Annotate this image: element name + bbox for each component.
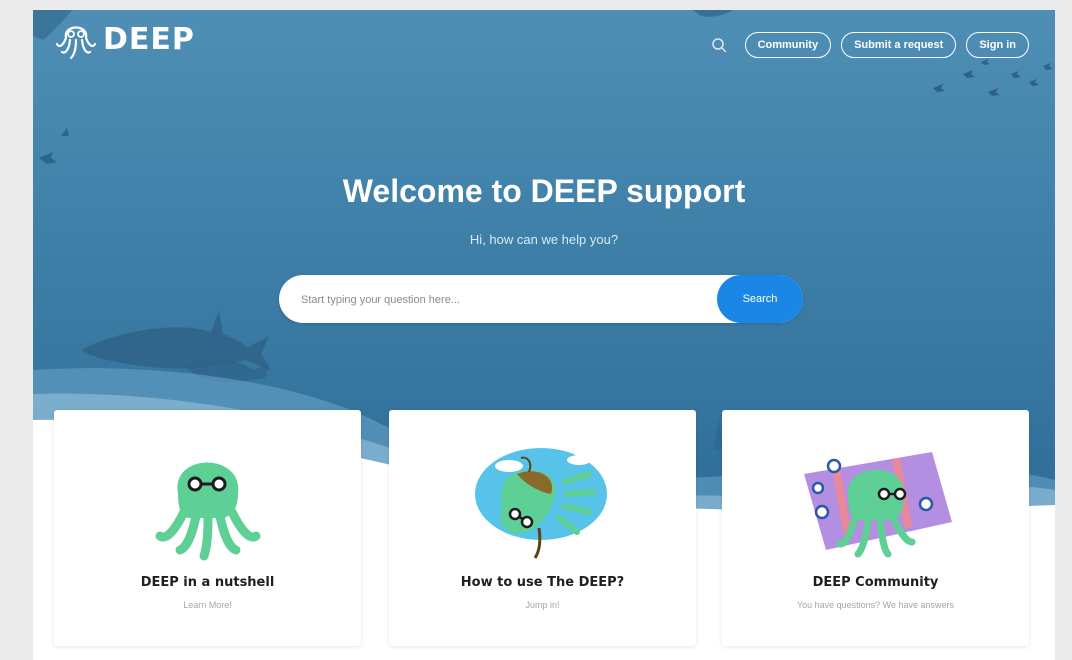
card-deep-community[interactable]: DEEP Community You have questions? We ha… [722,410,1029,646]
card-subtitle: You have questions? We have answers [796,600,955,610]
search-button[interactable]: Search [717,275,803,323]
top-nav: Community Submit a request Sign in [711,32,1029,58]
card-deep-in-a-nutshell[interactable]: DEEP in a nutshell Learn More! [54,410,361,646]
card-title: DEEP in a nutshell [140,575,275,590]
submit-request-button[interactable]: Submit a request [841,32,957,58]
octopus-icon [155,462,261,561]
octopus-diving-icon [475,448,607,559]
card-title: How to use The DEEP? [460,575,625,590]
brand-logo[interactable]: DEEP [53,18,195,60]
octopus-logo-icon [55,26,97,60]
octopus-community-icon [804,452,952,558]
sign-in-button[interactable]: Sign in [966,32,1029,58]
page: DEEP Community Submit a request Sign in … [33,10,1055,660]
search-icon[interactable] [711,37,727,53]
search-bar: Search [279,275,803,323]
community-button[interactable]: Community [744,32,832,58]
card-subtitle: Learn More! [183,600,232,610]
page-title: Welcome to DEEP support [342,173,746,209]
brand-name: DEEP [103,21,195,57]
card-title: DEEP Community [812,575,939,590]
search-input[interactable] [299,289,703,311]
card-subtitle: Jump in! [525,600,560,610]
card-how-to-use[interactable]: How to use The DEEP? Jump in! [389,410,696,646]
page-subtitle: Hi, how can we help you? [469,232,619,247]
